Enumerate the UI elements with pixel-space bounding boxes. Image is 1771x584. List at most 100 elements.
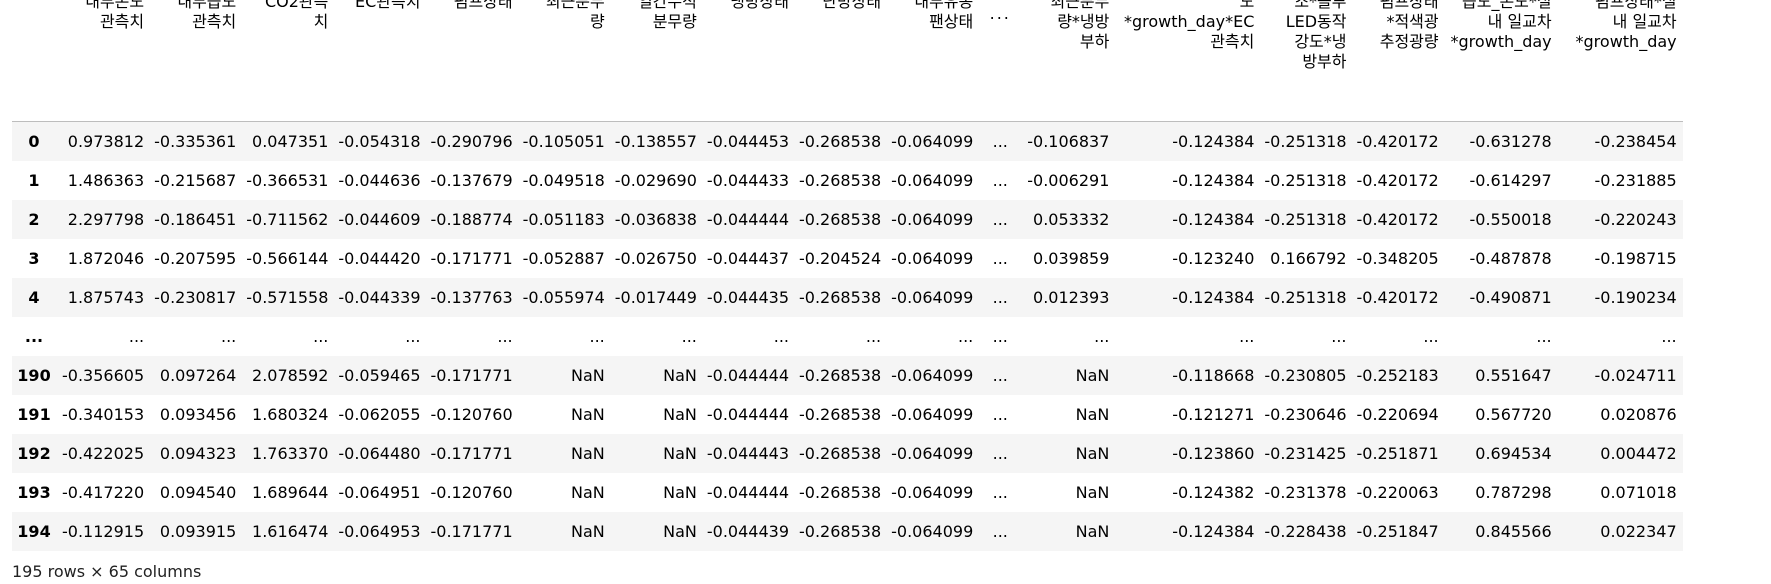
table-cell: 0.094540 <box>159 483 237 502</box>
dataframe-table: 내부온도 관측치 내부습도 관측치 CO2관측 치 EC관측치 펌프상태 최근분… <box>12 0 1683 551</box>
table-cell: 0.094323 <box>159 444 237 463</box>
table-cell: -0.055974 <box>522 288 605 307</box>
table-cell: -0.044339 <box>338 288 421 307</box>
table-cell: -0.268538 <box>799 405 882 424</box>
table-cell: -0.137763 <box>430 288 513 307</box>
table-row: 0 0.973812 -0.335361 0.047351 -0.054318 -0.29… <box>12 121 1683 161</box>
table-cell: -0.036838 <box>614 210 697 229</box>
table-cell: -0.231425 <box>1264 444 1347 463</box>
table-cell: -0.422025 <box>62 444 145 463</box>
table-row: 191 -0.340153 0.093456 1.680324 -0.062055 -0.… <box>12 395 1683 434</box>
table-cell: -0.120760 <box>430 405 513 424</box>
table-cell: -0.123860 <box>1172 444 1255 463</box>
row-index: 192 <box>17 444 51 463</box>
table-cell: -0.044444 <box>706 366 789 385</box>
table-cell: -0.064099 <box>891 132 974 151</box>
table-cell: -0.064099 <box>891 171 974 190</box>
table-cell: ... <box>992 483 1008 502</box>
table-cell: -0.420172 <box>1356 210 1439 229</box>
column-header: 조*블루 LED동작 강도*냉 방부하 <box>1260 0 1353 122</box>
table-cell: -0.614297 <box>1469 171 1552 190</box>
table-cell: -0.268538 <box>799 132 882 151</box>
table-cell: 0.093456 <box>159 405 237 424</box>
table-cell: ... <box>220 327 237 346</box>
table-cell: 1.486363 <box>67 171 145 190</box>
table-cell: NaN <box>663 444 697 463</box>
table-cell: -0.348205 <box>1356 249 1439 268</box>
table-cell: 1.616474 <box>252 522 329 541</box>
table-cell: -0.105051 <box>522 132 605 151</box>
index-header <box>12 0 58 122</box>
table-cell: -0.044444 <box>706 483 789 502</box>
table-cell: -0.051183 <box>522 210 605 229</box>
table-cell: ... <box>405 327 421 346</box>
table-cell: -0.230805 <box>1264 366 1347 385</box>
table-cell: -0.198715 <box>1594 249 1677 268</box>
table-cell: 0.694534 <box>1475 444 1552 463</box>
table-cell: NaN <box>1075 483 1110 502</box>
table-cell: -0.124382 <box>1172 483 1255 502</box>
table-cell: -0.044609 <box>338 210 421 229</box>
table-cell: -0.268538 <box>799 366 882 385</box>
table-cell: ... <box>128 327 145 346</box>
table-cell: NaN <box>571 405 605 424</box>
table-cell: NaN <box>571 366 605 385</box>
table-cell: -0.062055 <box>338 405 421 424</box>
table-cell: -0.230817 <box>154 288 237 307</box>
table-cell: -0.044443 <box>706 444 789 463</box>
table-cell: -0.420172 <box>1356 171 1439 190</box>
table-cell: NaN <box>663 405 697 424</box>
table-cell: -0.064099 <box>891 249 974 268</box>
row-index: 4 <box>28 288 40 307</box>
table-cell: -0.006291 <box>1027 171 1110 190</box>
table-cell: -0.059465 <box>338 366 421 385</box>
table-cell: ... <box>992 405 1008 424</box>
table-cell: ... <box>865 327 882 346</box>
table-cell: 1.689644 <box>252 483 329 502</box>
table-cell: -0.064099 <box>891 483 974 502</box>
table-cell: -0.064099 <box>891 444 974 463</box>
table-cell: ... <box>957 327 974 346</box>
table-cell: -0.268538 <box>799 210 882 229</box>
table-cell: NaN <box>663 366 697 385</box>
table-row: 194 -0.112915 0.093915 1.616474 -0.064953 -0.… <box>12 512 1683 551</box>
table-cell: -0.711562 <box>246 210 329 229</box>
table-cell: -0.064099 <box>891 288 974 307</box>
table-cell: -0.571558 <box>246 288 329 307</box>
table-cell: -0.550018 <box>1469 210 1552 229</box>
table-cell: -0.064099 <box>891 522 974 541</box>
column-header: 펌프상태 *적색광 추정광량 <box>1352 0 1445 122</box>
table-cell: -0.190234 <box>1594 288 1677 307</box>
table-cell: 1.680324 <box>252 405 329 424</box>
table-cell: -0.124384 <box>1172 288 1255 307</box>
table-cell: ... <box>773 327 789 346</box>
table-cell: -0.230646 <box>1264 405 1347 424</box>
table-cell: -0.268538 <box>799 483 882 502</box>
table-cell: ... <box>992 171 1008 190</box>
table-cell: -0.044444 <box>706 210 789 229</box>
table-cell: 0.845566 <box>1475 522 1552 541</box>
table-cell: -0.044420 <box>338 249 421 268</box>
table-cell: -0.044453 <box>706 132 789 151</box>
table-cell: -0.356605 <box>62 366 145 385</box>
table-row: ........................................… <box>12 317 1683 356</box>
table-cell: -0.029690 <box>614 171 697 190</box>
table-cell: 0.071018 <box>1600 483 1677 502</box>
table-cell: -0.268538 <box>799 171 882 190</box>
table-cell: -0.252183 <box>1356 366 1439 385</box>
table-cell: ... <box>992 210 1008 229</box>
table-cell: -0.044636 <box>338 171 421 190</box>
table-cell: -0.112915 <box>62 522 145 541</box>
table-cell: 1.875743 <box>67 288 145 307</box>
table-cell: -0.064099 <box>891 366 974 385</box>
table-cell: -0.044437 <box>706 249 789 268</box>
table-cell: NaN <box>571 483 605 502</box>
table-cell: 0.053332 <box>1033 210 1110 229</box>
table-cell: 0.004472 <box>1600 444 1677 463</box>
table-row: 1 1.486363 -0.215687 -0.366531 -0.044636 -0.1… <box>12 161 1683 200</box>
table-cell: -0.064099 <box>891 210 974 229</box>
table-cell: -0.340153 <box>62 405 145 424</box>
table-cell: -0.251318 <box>1264 288 1347 307</box>
table-cell: ... <box>992 522 1008 541</box>
table-cell: ... <box>1661 327 1677 346</box>
